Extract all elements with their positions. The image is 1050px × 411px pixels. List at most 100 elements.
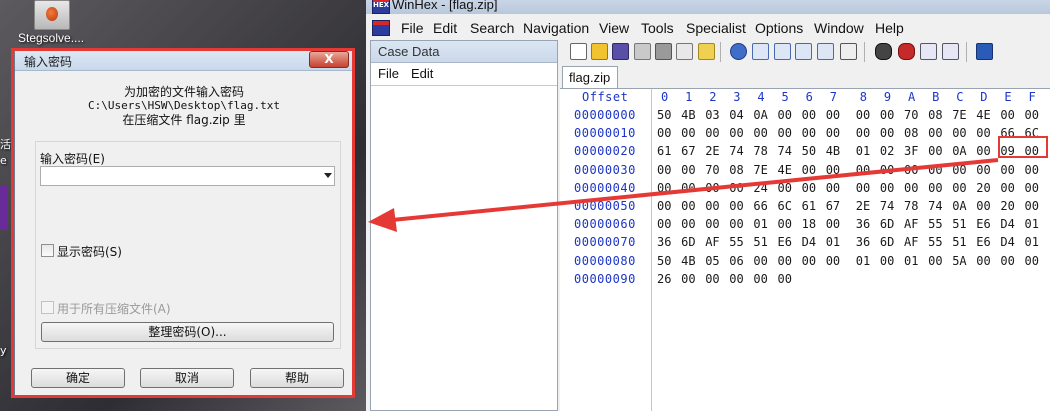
hex-byte[interactable]: 00: [976, 163, 990, 177]
hex-byte[interactable]: 00: [952, 126, 966, 140]
hex-byte[interactable]: 00: [657, 181, 671, 195]
dialog-close-button[interactable]: X: [309, 51, 349, 68]
hex-byte[interactable]: 01: [856, 254, 870, 268]
hex-byte[interactable]: 00: [705, 272, 719, 286]
stegsolve-desktop-icon[interactable]: [34, 0, 70, 30]
hex-byte[interactable]: 04: [729, 108, 743, 122]
hex-byte[interactable]: 00: [778, 254, 792, 268]
new-file-icon[interactable]: [570, 43, 587, 60]
hex-byte[interactable]: 00: [753, 254, 767, 268]
hex-row[interactable]: 00000010 00 00 00 00 00 00 00 00 00 00 08 00 00 00 66 6C: [560, 126, 1050, 144]
hex-byte[interactable]: 00: [976, 199, 990, 213]
hex-byte[interactable]: 01: [826, 235, 840, 249]
hex-byte[interactable]: 00: [657, 163, 671, 177]
hex-byte[interactable]: 00: [705, 217, 719, 231]
menu-edit[interactable]: Edit: [433, 20, 457, 36]
show-password-checkbox[interactable]: [41, 244, 54, 257]
hex-editor-view[interactable]: Offset 0 1 2 3 4 5 6 7 8 9 A B C D E F 00000000 50 4B 03 04 0A…: [560, 88, 1050, 411]
hex-byte[interactable]: 6C: [778, 199, 792, 213]
hex-byte[interactable]: 6D: [880, 235, 894, 249]
hex-byte[interactable]: 00: [1025, 163, 1039, 177]
hex-byte[interactable]: 78: [753, 144, 767, 158]
hex-byte[interactable]: 00: [880, 108, 894, 122]
hex-byte[interactable]: D4: [1000, 217, 1014, 231]
hex-byte[interactable]: 00: [880, 163, 894, 177]
hex-byte[interactable]: 2E: [705, 144, 719, 158]
hex-byte[interactable]: 00: [976, 144, 990, 158]
menu-navigation[interactable]: Navigation: [523, 20, 589, 36]
hex-byte[interactable]: D4: [802, 235, 816, 249]
menu-specialist[interactable]: Specialist: [686, 20, 746, 36]
hex-byte[interactable]: 00: [753, 126, 767, 140]
hex-byte[interactable]: 00: [928, 163, 942, 177]
properties-icon[interactable]: [655, 43, 672, 60]
hex-byte[interactable]: E6: [976, 235, 990, 249]
hex-byte[interactable]: 66: [1000, 126, 1014, 140]
hex-byte[interactable]: 00: [1000, 254, 1014, 268]
hex-byte[interactable]: 00: [778, 181, 792, 195]
hex-byte[interactable]: 00: [681, 163, 695, 177]
hex-byte[interactable]: 00: [880, 126, 894, 140]
hex-byte[interactable]: 00: [826, 126, 840, 140]
hex-byte[interactable]: 70: [904, 108, 918, 122]
menu-view[interactable]: View: [599, 20, 629, 36]
hex-byte[interactable]: 00: [1025, 254, 1039, 268]
hex-byte[interactable]: 00: [681, 181, 695, 195]
hex-byte[interactable]: 00: [856, 181, 870, 195]
hex-row[interactable]: 00000090 26 00 00 00 00 00: [560, 272, 1050, 290]
tab-flag-zip[interactable]: flag.zip: [562, 66, 618, 88]
hex-byte[interactable]: 4B: [826, 144, 840, 158]
case-menu-edit[interactable]: Edit: [411, 66, 433, 81]
hex-byte[interactable]: 00: [705, 199, 719, 213]
hex-byte[interactable]: 74: [880, 199, 894, 213]
hex-byte[interactable]: 00: [778, 126, 792, 140]
hex-byte[interactable]: E6: [778, 235, 792, 249]
replace-text-icon[interactable]: [920, 43, 937, 60]
hex-byte[interactable]: 4B: [681, 254, 695, 268]
paste-block-icon[interactable]: [817, 43, 834, 60]
undo-icon[interactable]: [730, 43, 747, 60]
hex-byte[interactable]: 00: [976, 126, 990, 140]
hex-byte[interactable]: 00: [856, 126, 870, 140]
hex-byte[interactable]: 01: [856, 144, 870, 158]
hex-byte[interactable]: 00: [1000, 108, 1014, 122]
hex-byte[interactable]: 00: [952, 163, 966, 177]
hex-byte[interactable]: 00: [826, 181, 840, 195]
hex-row[interactable]: 00000040 00 00 00 00 24 00 00 00 00 00 00 00 00 20 00 00: [560, 181, 1050, 199]
hex-byte[interactable]: 5A: [952, 254, 966, 268]
goto-offset-icon[interactable]: [976, 43, 993, 60]
hex-byte[interactable]: 20: [976, 181, 990, 195]
hex-byte[interactable]: 67: [681, 144, 695, 158]
hex-row[interactable]: 00000030 00 00 70 08 7E 4E 00 00 00 00 00 00 00 00 00 00: [560, 163, 1050, 181]
hex-byte[interactable]: 00: [1000, 163, 1014, 177]
hex-row[interactable]: 00000060 00 00 00 00 01 00 18 00 36 6D AF 55 51 E6 D4 01: [560, 217, 1050, 235]
copy-icon[interactable]: [752, 43, 769, 60]
hex-byte[interactable]: 78: [904, 199, 918, 213]
hex-byte[interactable]: 36: [856, 235, 870, 249]
chevron-down-icon[interactable]: [324, 173, 332, 178]
hex-byte[interactable]: 00: [904, 163, 918, 177]
hex-byte[interactable]: 00: [778, 217, 792, 231]
hex-byte[interactable]: 20: [1000, 199, 1014, 213]
hex-byte[interactable]: 6D: [880, 217, 894, 231]
hex-byte[interactable]: 4E: [778, 163, 792, 177]
hex-byte[interactable]: 7E: [952, 108, 966, 122]
hex-byte[interactable]: E6: [976, 217, 990, 231]
hex-byte[interactable]: 36: [657, 235, 671, 249]
hex-byte[interactable]: 00: [826, 217, 840, 231]
hex-byte[interactable]: 51: [753, 235, 767, 249]
hex-byte[interactable]: 2E: [856, 199, 870, 213]
menu-search[interactable]: Search: [470, 20, 514, 36]
hex-byte[interactable]: 00: [1025, 108, 1039, 122]
hex-byte[interactable]: AF: [705, 235, 719, 249]
hex-byte[interactable]: 06: [729, 254, 743, 268]
menu-tools[interactable]: Tools: [641, 20, 674, 36]
hex-byte[interactable]: 00: [802, 163, 816, 177]
find-hex-icon[interactable]: [898, 43, 915, 60]
hex-byte[interactable]: 01: [1025, 217, 1039, 231]
hex-byte[interactable]: 00: [880, 254, 894, 268]
menu-help[interactable]: Help: [875, 20, 904, 36]
hex-byte[interactable]: 00: [928, 254, 942, 268]
hex-byte[interactable]: 00: [826, 163, 840, 177]
hex-byte[interactable]: 00: [753, 272, 767, 286]
